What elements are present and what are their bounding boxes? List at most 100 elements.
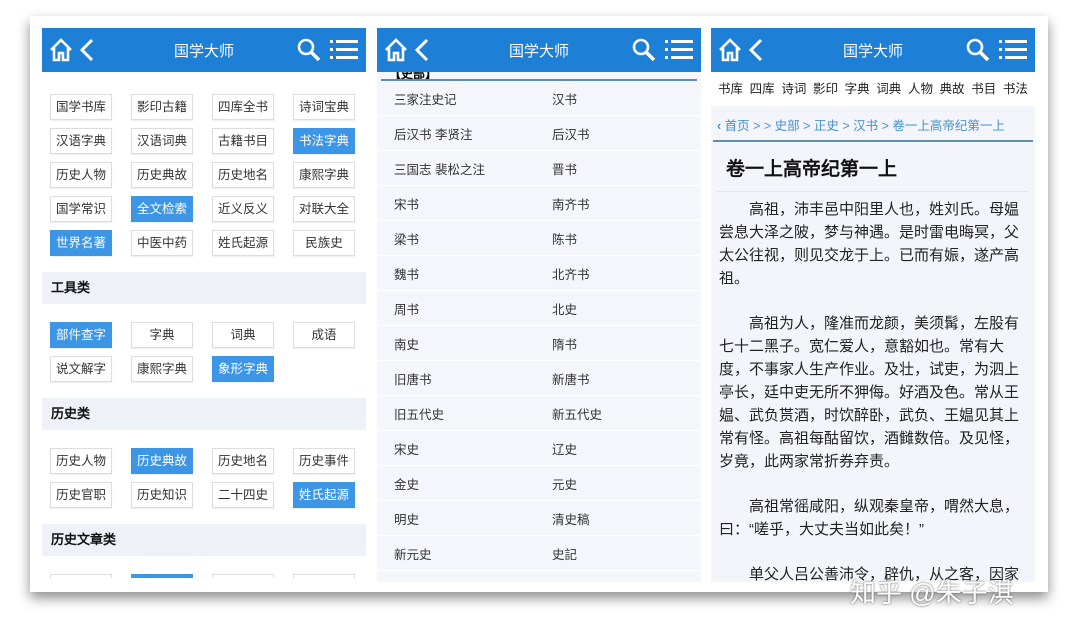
- category-button[interactable]: 全文检索: [131, 196, 193, 222]
- book-link[interactable]: 史記: [552, 544, 577, 563]
- book-link[interactable]: 宋史: [377, 439, 552, 458]
- category-button[interactable]: 康熙字典: [131, 356, 193, 382]
- paragraph: 高祖，沛丰邑中阳里人也，姓刘氏。母媪尝息大泽之陂，梦与神遇。是时雷电晦冥，父太公…: [719, 198, 1027, 290]
- menu-icon[interactable]: [330, 37, 358, 63]
- menu-icon[interactable]: [999, 37, 1027, 63]
- category-button[interactable]: [293, 574, 355, 578]
- category-button[interactable]: 中医中药: [131, 230, 193, 256]
- book-link[interactable]: 南齐书: [552, 194, 590, 213]
- category-button[interactable]: 历史地名: [212, 162, 274, 188]
- category-button[interactable]: 姓氏起源: [212, 230, 274, 256]
- nav-link[interactable]: 词典: [876, 72, 901, 106]
- search-icon[interactable]: [296, 37, 322, 63]
- nav-link[interactable]: 字典: [845, 72, 870, 106]
- book-link[interactable]: 北齐书: [552, 264, 590, 283]
- category-button[interactable]: 说文解字: [50, 356, 112, 382]
- category-button[interactable]: 汉语词典: [131, 128, 193, 154]
- category-button[interactable]: 四库全书: [212, 94, 274, 120]
- category-button[interactable]: 历史典故: [131, 448, 193, 474]
- category-button[interactable]: 历史知识: [131, 482, 193, 508]
- book-link[interactable]: 新唐书: [552, 369, 590, 388]
- category-button[interactable]: 部件查字: [50, 322, 112, 348]
- category-button[interactable]: 历史典故: [131, 162, 193, 188]
- category-button[interactable]: 词典: [212, 322, 274, 348]
- book-link[interactable]: 后汉书: [552, 124, 590, 143]
- category-button[interactable]: [212, 574, 274, 578]
- quick-nav: 书库四库诗词影印字典词典人物典故书目书法: [711, 72, 1035, 106]
- search-icon[interactable]: [631, 37, 657, 63]
- category-button[interactable]: 诗词宝典: [293, 94, 355, 120]
- book-list: 三家注史记汉书后汉书 李贤注后汉书三国志 裴松之注晋书宋书南齐书梁书陈书魏书北齐…: [377, 81, 701, 571]
- book-link[interactable]: 魏书: [377, 264, 552, 283]
- list-row: 三家注史记汉书: [377, 81, 701, 116]
- category-button[interactable]: 康熙字典: [293, 162, 355, 188]
- category-button[interactable]: 历史官职: [50, 482, 112, 508]
- category-button[interactable]: 历史人物: [50, 448, 112, 474]
- category-button[interactable]: 古籍书目: [212, 128, 274, 154]
- book-link[interactable]: 清史稿: [552, 509, 590, 528]
- category-button[interactable]: 国学书库: [50, 94, 112, 120]
- book-link[interactable]: 宋书: [377, 194, 552, 213]
- category-button[interactable]: 历史人物: [50, 162, 112, 188]
- book-link[interactable]: 隋书: [552, 334, 577, 353]
- chevron-left-icon[interactable]: ‹: [717, 119, 725, 133]
- category-button[interactable]: 历史地名: [212, 448, 274, 474]
- category-button[interactable]: 对联大全: [293, 196, 355, 222]
- breadcrumb[interactable]: ‹ 首页 > > 史部 > 正史 > 汉书 > 卷一上高帝纪第一上: [713, 112, 1033, 142]
- book-link[interactable]: 旧五代史: [377, 404, 552, 423]
- category-button[interactable]: 影印古籍: [131, 94, 193, 120]
- list-row: 宋书南齐书: [377, 186, 701, 221]
- book-link[interactable]: 后汉书 李贤注: [377, 124, 552, 143]
- list-row: 周书北史: [377, 291, 701, 326]
- book-link[interactable]: 汉书: [552, 89, 577, 108]
- category-button[interactable]: 二十四史: [212, 482, 274, 508]
- book-link[interactable]: 梁书: [377, 229, 552, 248]
- search-icon[interactable]: [965, 37, 991, 63]
- paragraph: 高祖为人，隆准而龙颜，美须髯，左股有七十二黑子。宽仁爱人，意豁如也。常有大度，不…: [719, 312, 1027, 473]
- book-link[interactable]: 南史: [377, 334, 552, 353]
- section-header: 历史类: [42, 398, 366, 430]
- nav-link[interactable]: 四库: [750, 72, 775, 106]
- category-button[interactable]: 姓氏起源: [293, 482, 355, 508]
- main-category-grid: 国学书库影印古籍四库全书诗词宝典汉语字典汉语词典古籍书目书法字典历史人物历史典故…: [42, 94, 366, 256]
- list-row: 旧五代史新五代史: [377, 396, 701, 431]
- nav-link[interactable]: 影印: [813, 72, 838, 106]
- category-button[interactable]: 历史事件: [293, 448, 355, 474]
- nav-link[interactable]: 人物: [908, 72, 933, 106]
- nav-link[interactable]: 书法: [1003, 72, 1028, 106]
- book-link[interactable]: 周书: [377, 299, 552, 318]
- book-link[interactable]: 陈书: [552, 229, 577, 248]
- category-button[interactable]: 字典: [131, 322, 193, 348]
- category-button[interactable]: 民族史: [293, 230, 355, 256]
- menu-icon[interactable]: [665, 37, 693, 63]
- category-button[interactable]: 世界名著: [50, 230, 112, 256]
- book-link[interactable]: 北史: [552, 299, 577, 318]
- category-button[interactable]: [50, 574, 112, 578]
- category-button[interactable]: 成语: [293, 322, 355, 348]
- book-link[interactable]: 三家注史记: [377, 89, 552, 108]
- app-header: 国学大师: [711, 28, 1035, 72]
- book-link[interactable]: 金史: [377, 474, 552, 493]
- nav-link[interactable]: 典故: [940, 72, 965, 106]
- book-link[interactable]: 明史: [377, 509, 552, 528]
- book-link[interactable]: 新五代史: [552, 404, 602, 423]
- category-button[interactable]: 象形字典: [212, 356, 274, 382]
- category-button[interactable]: 国学常识: [50, 196, 112, 222]
- book-link[interactable]: 三国志 裴松之注: [377, 159, 552, 178]
- category-button[interactable]: 汉语字典: [50, 128, 112, 154]
- book-link[interactable]: 旧唐书: [377, 369, 552, 388]
- list-row: 后汉书 李贤注后汉书: [377, 116, 701, 151]
- breadcrumb-text[interactable]: 首页 > > 史部 > 正史 > 汉书 > 卷一上高帝纪第一上: [725, 119, 1005, 133]
- book-link[interactable]: 辽史: [552, 439, 577, 458]
- section-header: 历史文章类: [42, 524, 366, 556]
- nav-link[interactable]: 书库: [718, 72, 743, 106]
- category-button[interactable]: 近义反义: [212, 196, 274, 222]
- list-row: 宋史辽史: [377, 431, 701, 466]
- book-link[interactable]: 晋书: [552, 159, 577, 178]
- nav-link[interactable]: 书目: [971, 72, 996, 106]
- category-button[interactable]: 书法字典: [293, 128, 355, 154]
- category-button[interactable]: [131, 574, 193, 578]
- nav-link[interactable]: 诗词: [781, 72, 806, 106]
- book-link[interactable]: 元史: [552, 474, 577, 493]
- book-link[interactable]: 新元史: [377, 544, 552, 563]
